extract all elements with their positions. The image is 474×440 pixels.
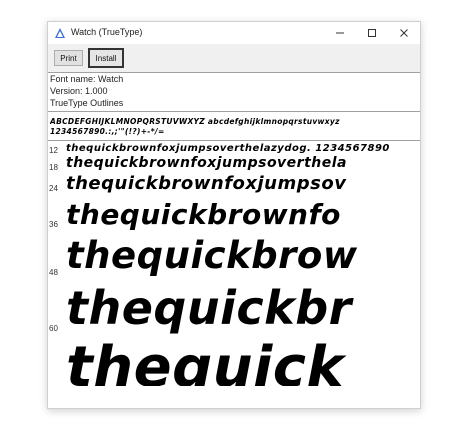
- minimize-button[interactable]: [324, 22, 356, 44]
- charset-divider: [48, 140, 420, 141]
- size-label-18: 18: [49, 163, 58, 172]
- install-button[interactable]: Install: [88, 48, 124, 68]
- size-label-24: 24: [49, 184, 58, 193]
- version-text: Version: 1.000: [50, 86, 108, 96]
- maximize-icon: [368, 29, 376, 37]
- sample-text-48: thequickbrow: [66, 234, 358, 277]
- info-divider: [48, 111, 420, 112]
- font-name-text: Font name: Watch: [50, 74, 124, 84]
- window-title: Watch (TrueType): [71, 27, 143, 37]
- sample-text-18: thequickbrownfoxjumpsoverthela: [66, 155, 347, 171]
- sample-text-72: thequick: [66, 335, 345, 386]
- outlines-text: TrueType Outlines: [50, 98, 124, 108]
- close-button[interactable]: [388, 22, 420, 44]
- size-label-48: 48: [49, 268, 58, 277]
- size-label-36: 36: [49, 220, 58, 229]
- close-icon: [400, 29, 408, 37]
- sample-text-36: thequickbrownfo: [66, 198, 341, 231]
- size-label-60: 60: [49, 324, 58, 333]
- font-app-icon: [55, 28, 65, 38]
- sample-text-24: thequickbrownfoxjumpsov: [66, 173, 347, 194]
- charset-line-1: ABCDEFGHIJKLMNOPQRSTUVWXYZ abcdefghijklm…: [50, 117, 340, 126]
- font-viewer-window: Watch (TrueType) Print Install Font name…: [47, 21, 421, 409]
- toolbar: Print Install: [48, 44, 420, 73]
- sample-area: 12 thequickbrownfoxjumpsoverthelazydog. …: [48, 142, 420, 386]
- sample-text-12: thequickbrownfoxjumpsoverthelazydog. 123…: [66, 143, 390, 154]
- size-label-12: 12: [49, 146, 58, 155]
- maximize-button[interactable]: [356, 22, 388, 44]
- print-button[interactable]: Print: [54, 50, 83, 66]
- sample-text-60: thequickbr: [66, 281, 352, 335]
- minimize-icon: [336, 32, 344, 34]
- charset-line-2: 1234567890.:,;'"(!?)+-*/=: [50, 127, 165, 136]
- title-bar[interactable]: Watch (TrueType): [48, 22, 420, 44]
